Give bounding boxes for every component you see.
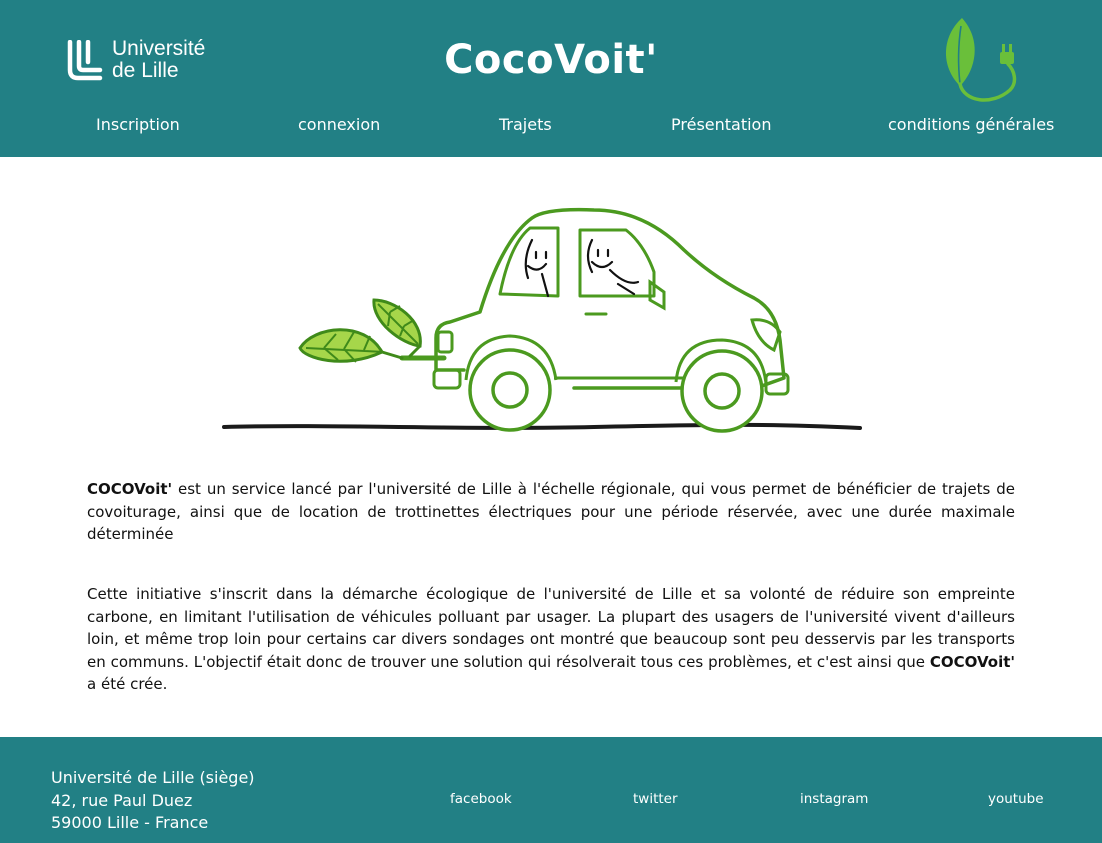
footer-address: Université de Lille (siège) 42, rue Paul… [51, 767, 255, 835]
address-line1: Université de Lille (siège) [51, 768, 255, 787]
nav-conditions[interactable]: conditions générales [888, 114, 1054, 136]
link-instagram[interactable]: instagram [800, 790, 868, 808]
nav-connexion[interactable]: connexion [298, 114, 380, 136]
address-line2: 42, rue Paul Duez [51, 790, 193, 810]
intro-text: est un service lancé par l'université de… [87, 480, 1015, 543]
hero-illustration [214, 200, 874, 444]
nav-presentation[interactable]: Présentation [671, 114, 771, 136]
leaf-plug-icon [945, 18, 1017, 102]
initiative-text: Cette initiative s'inscrit dans la démar… [87, 585, 1015, 671]
initiative-paragraph: Cette initiative s'inscrit dans la démar… [87, 583, 1015, 696]
eco-car-illustration [222, 207, 862, 433]
intro-paragraph: COCOVoit' est un service lancé par l'uni… [87, 478, 1015, 546]
link-twitter[interactable]: twitter [633, 790, 678, 808]
site-footer: Université de Lille (siège) 42, rue Paul… [0, 737, 1102, 843]
brand-name: COCOVoit' [87, 480, 173, 498]
nav-trajets[interactable]: Trajets [499, 114, 552, 136]
eco-logo [940, 14, 1025, 108]
nav-inscription[interactable]: Inscription [96, 114, 180, 136]
address-line3: 59000 Lille - France [51, 813, 209, 832]
site-title: CocoVoit' [444, 37, 658, 83]
site-header: Université de Lille CocoVoit' Inscriptio… [0, 0, 1102, 157]
brand-name: COCOVoit' [929, 652, 1015, 671]
link-youtube[interactable]: youtube [988, 790, 1044, 808]
initiative-suffix: a été crée. [87, 675, 168, 693]
link-facebook[interactable]: facebook [450, 790, 512, 808]
